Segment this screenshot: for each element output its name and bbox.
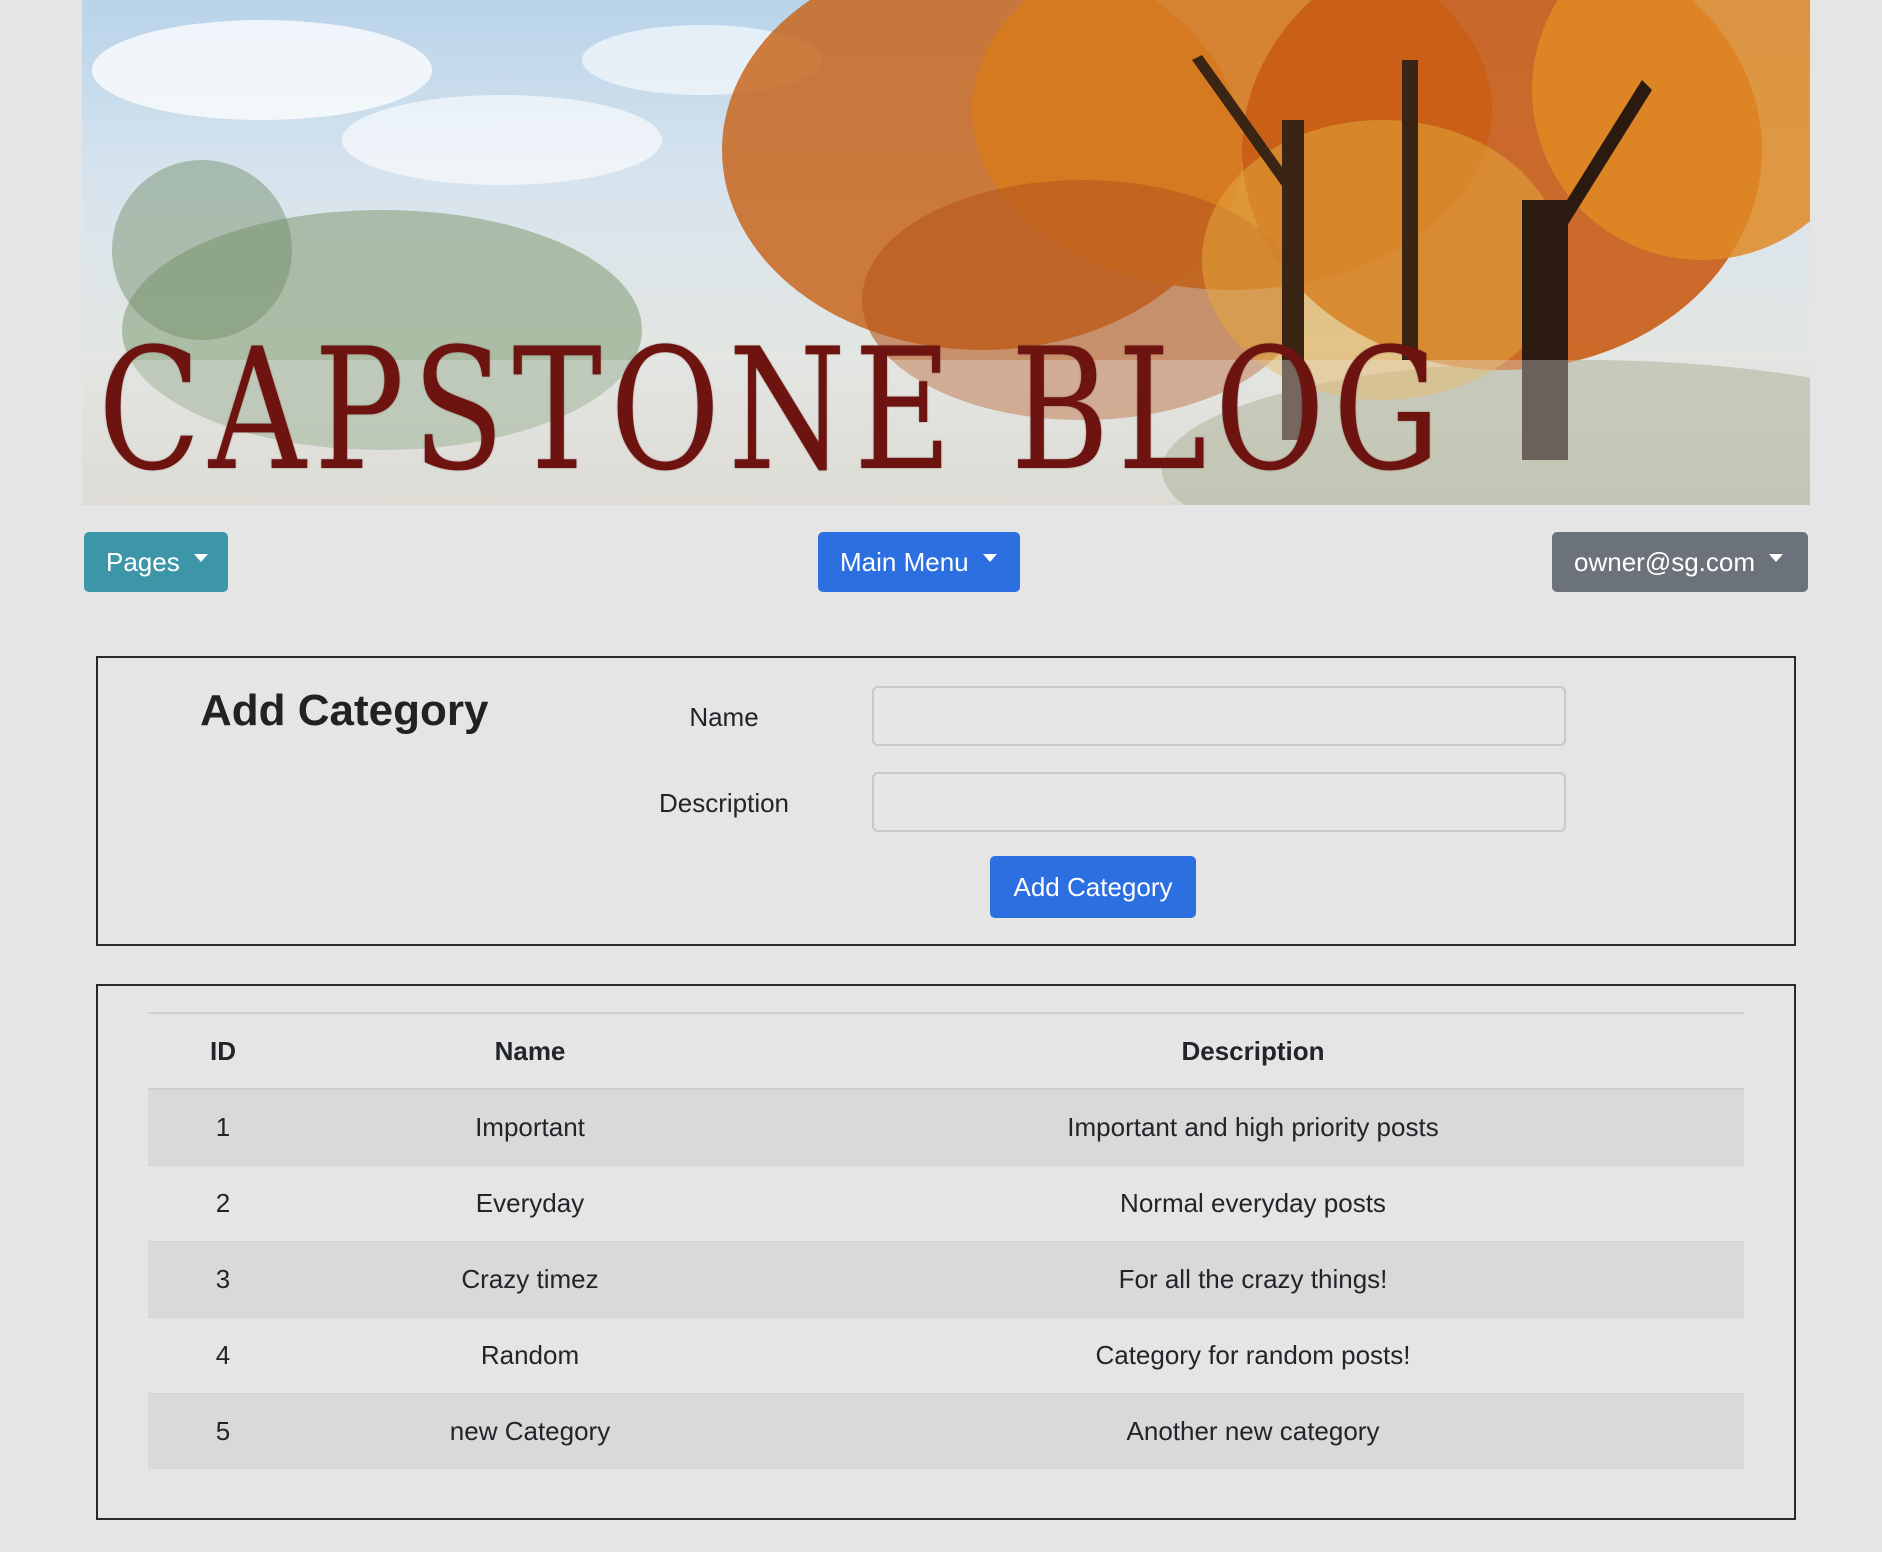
column-header-name: Name <box>298 1013 762 1090</box>
add-category-button[interactable]: Add Category <box>990 856 1196 918</box>
add-category-card: Add Category Name Description Add Catego… <box>96 656 1796 946</box>
cell-description: Category for random posts! <box>762 1316 1744 1393</box>
description-input[interactable] <box>872 772 1566 832</box>
category-table: ID Name Description 1 Important Importan… <box>148 1012 1744 1469</box>
category-table-card: ID Name Description 1 Important Importan… <box>96 984 1796 1520</box>
column-header-description: Description <box>762 1013 1744 1090</box>
description-label: Description <box>658 788 790 818</box>
cell-name: Important <box>298 1088 762 1165</box>
user-dropdown-label: owner@sg.com <box>1574 547 1756 577</box>
cell-description: Normal everyday posts <box>762 1164 1744 1241</box>
name-input[interactable] <box>872 686 1566 746</box>
name-label: Name <box>689 702 759 732</box>
caret-down-icon <box>1769 554 1784 562</box>
table-row: 1 Important Important and high priority … <box>148 1088 1744 1165</box>
cell-description: Important and high priority posts <box>762 1088 1744 1165</box>
header-banner: CAPSTONE BLOG <box>82 0 1810 505</box>
pages-dropdown-button[interactable]: Pages <box>84 532 228 592</box>
table-row: 4 Random Category for random posts! <box>148 1316 1744 1393</box>
cell-name: Everyday <box>298 1164 762 1241</box>
table-row: 2 Everyday Normal everyday posts <box>148 1164 1744 1241</box>
page: CAPSTONE BLOG Pages Main Menu owner@sg.c… <box>0 0 1882 1552</box>
cell-name: Crazy timez <box>298 1240 762 1317</box>
column-header-id: ID <box>148 1013 298 1090</box>
cell-description: Another new category <box>762 1392 1744 1469</box>
pages-dropdown-label: Pages <box>106 547 180 577</box>
caret-down-icon <box>982 554 997 562</box>
table-row: 3 Crazy timez For all the crazy things! <box>148 1240 1744 1317</box>
add-category-heading: Add Category <box>200 686 489 735</box>
cell-id: 1 <box>148 1088 298 1165</box>
cell-id: 5 <box>148 1392 298 1469</box>
caret-down-icon <box>193 554 208 562</box>
cell-description: For all the crazy things! <box>762 1240 1744 1317</box>
cell-id: 4 <box>148 1316 298 1393</box>
user-dropdown-button[interactable]: owner@sg.com <box>1552 532 1808 592</box>
cell-id: 2 <box>148 1164 298 1241</box>
cell-name: new Category <box>298 1392 762 1469</box>
cell-id: 3 <box>148 1240 298 1317</box>
table-row: 5 new Category Another new category <box>148 1392 1744 1469</box>
table-header-row: ID Name Description <box>148 1013 1744 1090</box>
banner-title: CAPSTONE BLOG <box>98 312 1449 505</box>
main-menu-dropdown-label: Main Menu <box>840 547 969 577</box>
cell-name: Random <box>298 1316 762 1393</box>
main-menu-dropdown-button[interactable]: Main Menu <box>818 532 1020 592</box>
